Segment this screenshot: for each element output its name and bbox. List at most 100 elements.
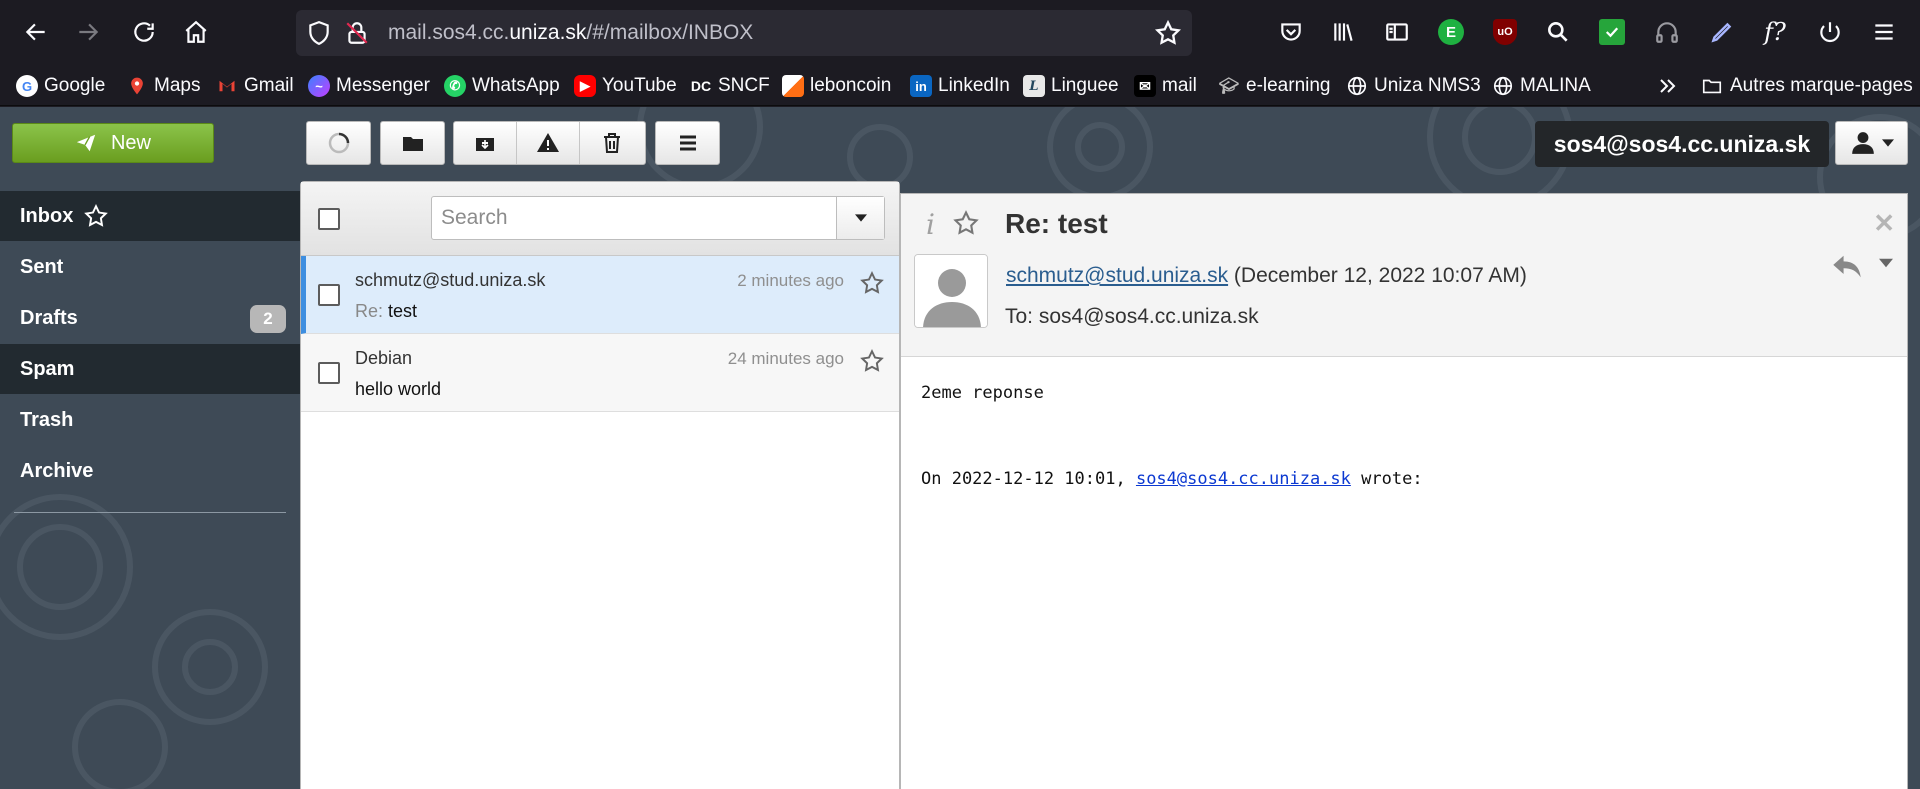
bookmark-whatsapp[interactable]: ✆ WhatsApp (444, 72, 560, 100)
bookmark-label: e-learning (1246, 75, 1331, 96)
message-checkbox[interactable] (318, 284, 340, 306)
message-header: i Re: test ✕ schmutz@stud.uniza.sk (Dece… (901, 194, 1907, 357)
reply-icon[interactable] (1831, 252, 1863, 280)
archive-icon (476, 138, 494, 151)
library-icon[interactable] (1327, 15, 1361, 49)
folder-inbox[interactable]: Inbox (0, 191, 300, 241)
checkmark-extension-icon[interactable] (1595, 15, 1629, 49)
star-icon[interactable] (952, 209, 980, 237)
bookmark-malina[interactable]: MALINA (1492, 72, 1591, 100)
message-list-header (301, 182, 899, 256)
bookmark-star-icon[interactable] (1154, 19, 1182, 47)
move-to-folder-button[interactable] (381, 122, 444, 164)
home-icon[interactable] (176, 12, 216, 52)
info-icon[interactable]: i (926, 208, 935, 241)
bookmark-label: Uniza NMS3 (1374, 75, 1481, 96)
folder-label: Drafts (20, 306, 78, 329)
search-options-button[interactable] (836, 197, 884, 239)
bookmark-label: leboncoin (810, 75, 892, 96)
url-text[interactable]: mail.sos4.cc.uniza.sk/#/mailbox/INBOX (388, 21, 753, 45)
bookmark-label: MALINA (1520, 75, 1591, 96)
bookmark-messenger[interactable]: ~ Messenger (308, 72, 430, 100)
account-menu-button[interactable] (1835, 121, 1908, 165)
headphones-extension-icon[interactable] (1650, 15, 1684, 49)
star-icon[interactable] (859, 270, 885, 296)
more-bookmarks-chevron-icon[interactable] (1655, 72, 1679, 100)
folder-drafts[interactable]: Drafts 2 (0, 293, 300, 343)
search-extension-icon[interactable] (1541, 15, 1575, 49)
chevron-down-icon[interactable] (1879, 258, 1893, 268)
chevron-down-icon (854, 214, 867, 222)
ublock-origin-icon[interactable]: uO (1488, 15, 1522, 49)
star-icon[interactable] (83, 203, 109, 229)
message-row[interactable]: schmutz@stud.uniza.sk 2 minutes ago Re: … (301, 256, 899, 334)
warning-icon (537, 133, 559, 152)
power-icon[interactable] (1813, 15, 1847, 49)
bookmark-google[interactable]: G Google (16, 72, 105, 100)
bookmark-mail[interactable]: ✉ mail (1134, 72, 1197, 100)
webmail-app: New sos4@sos4.cc.uniza.sk Inbox Sent Dra… (0, 107, 1920, 789)
bookmark-sncf[interactable]: DC SNCF (690, 72, 770, 100)
forward-arrow-icon[interactable] (68, 12, 108, 52)
message-checkbox[interactable] (318, 362, 340, 384)
star-icon[interactable] (859, 348, 885, 374)
folder-trash[interactable]: Trash (0, 395, 300, 445)
default-avatar-icon (915, 255, 987, 327)
folder-sent[interactable]: Sent (0, 242, 300, 292)
bookmark-linkedin[interactable]: in LinkedIn (910, 72, 1010, 100)
select-all-checkbox[interactable] (318, 208, 340, 230)
drafts-count-badge: 2 (250, 305, 286, 333)
insecure-lock-icon[interactable] (344, 20, 370, 46)
refresh-button[interactable] (307, 122, 370, 164)
shield-icon[interactable] (306, 20, 332, 46)
browser-toolbar: mail.sos4.cc.uniza.sk/#/mailbox/INBOX E … (0, 0, 1920, 66)
address-bar[interactable]: mail.sos4.cc.uniza.sk/#/mailbox/INBOX (296, 10, 1192, 56)
bookmark-linguee[interactable]: L Linguee (1023, 72, 1119, 100)
folder-spam[interactable]: Spam (0, 344, 300, 394)
user-icon (1851, 132, 1874, 154)
spam-button[interactable] (517, 122, 580, 164)
message-subject-heading: Re: test (1005, 208, 1108, 239)
more-actions-button[interactable] (656, 122, 719, 164)
other-bookmarks-folder[interactable]: Autres marque-pages (1700, 72, 1913, 100)
hamburger-menu-icon[interactable] (1867, 15, 1901, 49)
message-subject: Re: test (355, 301, 417, 322)
message-subject: hello world (355, 379, 442, 399)
reload-icon[interactable] (124, 12, 164, 52)
messenger-icon: ~ (308, 75, 330, 97)
search-input[interactable] (432, 197, 850, 239)
mail-app-icon: ✉ (1134, 75, 1156, 97)
bookmark-leboncoin[interactable]: leboncoin (782, 72, 891, 100)
bookmark-uniza-nms3[interactable]: Uniza NMS3 (1346, 72, 1481, 100)
reload-toolbar-group (306, 121, 371, 165)
search-box (431, 196, 885, 240)
quote-email-link[interactable]: sos4@sos4.cc.uniza.sk (1136, 469, 1351, 489)
evernote-extension-icon[interactable]: E (1434, 15, 1468, 49)
pen-extension-icon[interactable] (1705, 15, 1739, 49)
message-datetime: (December 12, 2022 10:07 AM) (1233, 264, 1527, 287)
archive-button[interactable] (454, 122, 517, 164)
close-icon[interactable]: ✕ (1873, 208, 1895, 239)
bookmark-label: SNCF (718, 75, 770, 96)
bookmark-gmail[interactable]: Gmail (216, 72, 294, 100)
bookmark-youtube[interactable]: ▶ YouTube (574, 72, 677, 100)
sender-line: schmutz@stud.uniza.sk (December 12, 2022… (1006, 264, 1527, 288)
function-extension-icon[interactable]: f? (1758, 15, 1792, 49)
sender-email-link[interactable]: schmutz@stud.uniza.sk (1006, 264, 1228, 287)
back-arrow-icon[interactable] (16, 12, 56, 52)
bookmark-label: WhatsApp (472, 75, 560, 96)
pocket-icon[interactable] (1274, 15, 1308, 49)
folder-archive[interactable]: Archive (0, 446, 300, 496)
delete-button[interactable] (580, 122, 643, 164)
bookmark-label: YouTube (602, 75, 677, 96)
message-row[interactable]: Debian 24 minutes ago hello world (301, 334, 899, 412)
message-body: 2eme reponse On 2022-12-12 10:01, sos4@s… (901, 357, 1907, 515)
sncf-icon: DC (690, 78, 712, 94)
sidebar-icon[interactable] (1380, 15, 1414, 49)
bookmark-label: Google (44, 75, 106, 96)
whatsapp-icon: ✆ (444, 75, 466, 97)
new-message-button[interactable]: New (12, 123, 214, 163)
bookmark-e-learning[interactable]: 🎓︎ e-learning (1218, 72, 1331, 100)
menu-bars-icon (679, 135, 696, 151)
bookmark-maps[interactable]: Maps (126, 72, 200, 100)
